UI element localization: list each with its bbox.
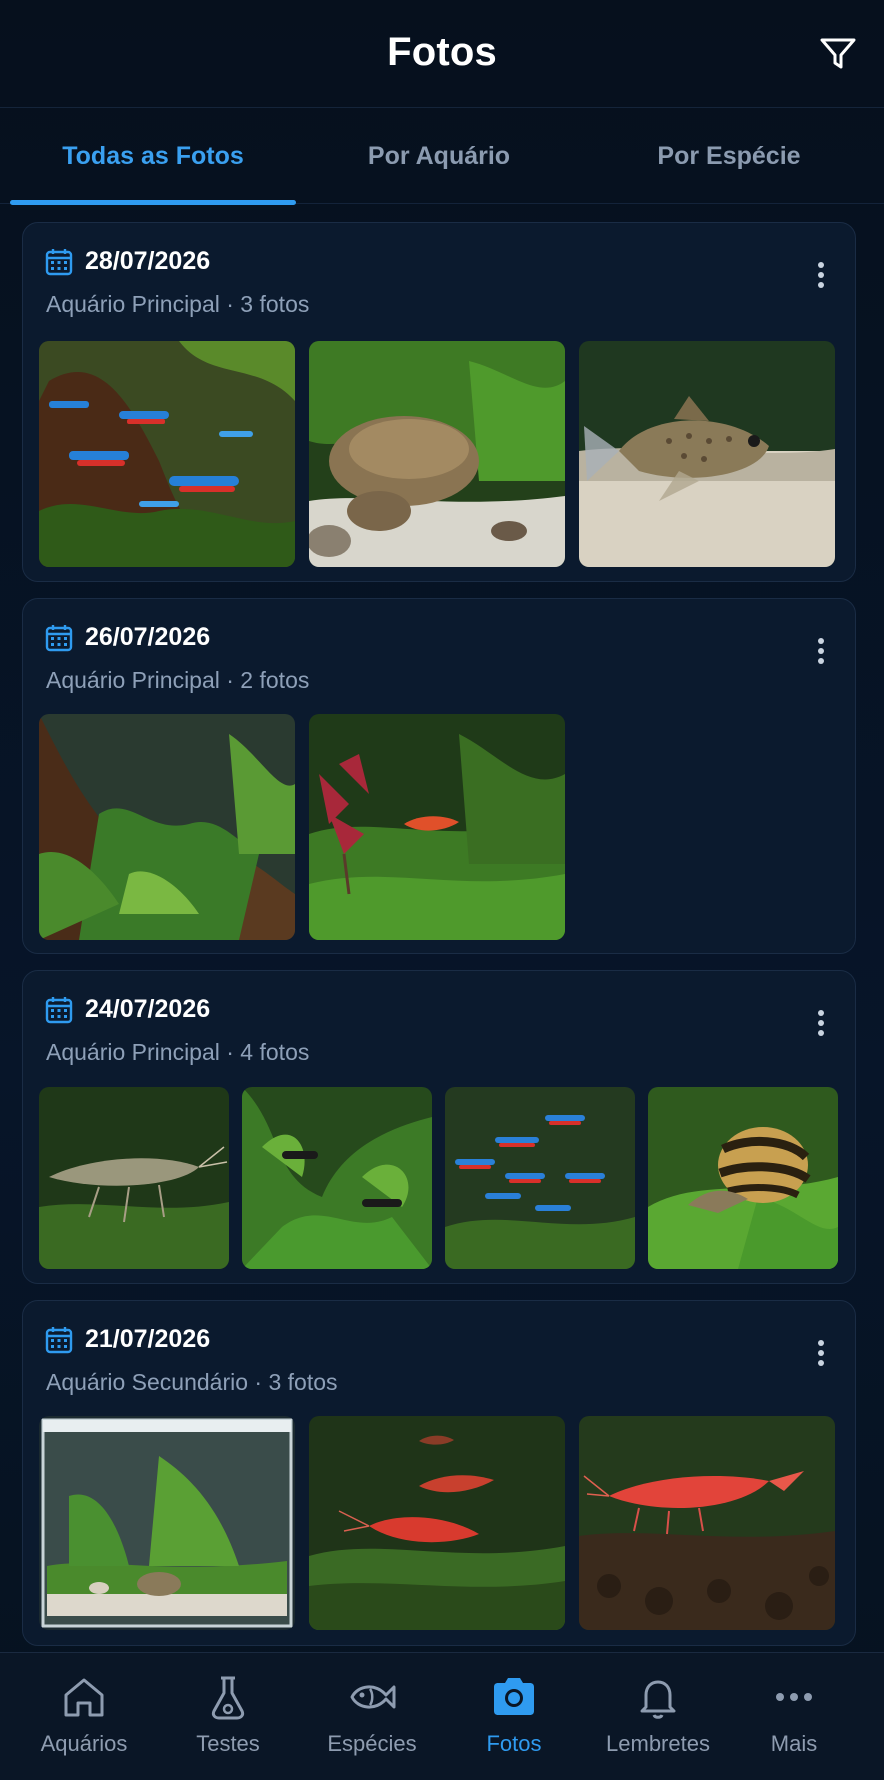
group-meta: Aquário Principal · 3 fotos [46, 291, 310, 317]
photo-thumbnail[interactable] [309, 1416, 565, 1630]
photo-thumbnail[interactable] [242, 1087, 432, 1269]
photo-group-card: 26/07/2026 Aquário Principal · 2 fotos [22, 598, 856, 954]
nav-label: Aquários [40, 1731, 128, 1756]
photo-thumbnail[interactable] [39, 1416, 295, 1630]
home-icon [64, 1678, 104, 1717]
nav-item-lembretes[interactable]: Lembretes [594, 1653, 722, 1780]
date-row: 28/07/2026 [45, 247, 210, 276]
calendar-icon [45, 248, 73, 275]
photo-group-card: 24/07/2026 Aquário Principal · 4 fotos [22, 970, 856, 1284]
fish-icon [350, 1685, 396, 1709]
bottom-nav: Aquários Testes Espécies Fotos Lembretes… [0, 1652, 884, 1780]
tab-by-species[interactable]: Por Espécie [584, 108, 874, 204]
nav-label: Fotos [486, 1731, 542, 1756]
calendar-icon [45, 996, 73, 1023]
photo-group-card: 21/07/2026 Aquário Secundário · 3 fotos [22, 1300, 856, 1646]
group-meta: Aquário Secundário · 3 fotos [46, 1369, 338, 1395]
more-options-icon[interactable] [817, 637, 825, 665]
tab-label: Todas as Fotos [62, 141, 244, 170]
calendar-icon [45, 624, 73, 651]
photo-group-card: 28/07/2026 Aquário Principal · 3 fotos [22, 222, 856, 582]
app-header: Fotos [0, 0, 884, 108]
group-meta: Aquário Principal · 2 fotos [46, 667, 310, 693]
group-date: 21/07/2026 [85, 1325, 211, 1353]
photo-thumbnail[interactable] [579, 341, 835, 567]
photo-row [39, 1416, 849, 1630]
photo-row [39, 341, 849, 567]
page-title: Fotos [387, 30, 497, 74]
photo-thumbnail[interactable] [309, 341, 565, 567]
nav-label: Testes [196, 1731, 260, 1756]
photos-screen: Fotos Todas as Fotos Por Aquário Por Esp… [0, 0, 884, 1780]
photo-thumbnail[interactable] [39, 714, 295, 940]
tab-bar: Todas as Fotos Por Aquário Por Espécie [0, 108, 884, 205]
photo-row [39, 1087, 838, 1269]
group-meta: Aquário Principal · 4 fotos [46, 1039, 310, 1065]
tab-all-photos[interactable]: Todas as Fotos [10, 108, 296, 205]
calendar-icon [45, 1326, 73, 1353]
nav-label: Espécies [327, 1731, 417, 1756]
tab-by-aquarium[interactable]: Por Aquário [296, 108, 582, 204]
flask-icon [211, 1676, 245, 1720]
group-date: 28/07/2026 [85, 247, 211, 275]
photo-thumbnail[interactable] [39, 1087, 229, 1269]
camera-icon [494, 1678, 534, 1715]
more-icon [776, 1693, 812, 1701]
bell-icon [640, 1680, 676, 1719]
tab-label: Por Espécie [657, 141, 801, 170]
date-row: 26/07/2026 [45, 623, 210, 652]
photo-thumbnail[interactable] [579, 1416, 835, 1630]
photo-thumbnail[interactable] [445, 1087, 635, 1269]
nav-item-fotos[interactable]: Fotos [454, 1653, 574, 1780]
group-date: 26/07/2026 [85, 623, 211, 651]
date-row: 21/07/2026 [45, 1325, 210, 1354]
more-options-icon[interactable] [817, 1009, 825, 1037]
tab-active-indicator [10, 200, 296, 205]
nav-item-testes[interactable]: Testes [168, 1653, 288, 1780]
nav-label: Lembretes [606, 1731, 710, 1756]
more-options-icon[interactable] [817, 261, 825, 289]
nav-item-mais[interactable]: Mais [746, 1653, 842, 1780]
photo-thumbnail[interactable] [648, 1087, 838, 1269]
group-date: 24/07/2026 [85, 995, 211, 1023]
nav-item-aquarios[interactable]: Aquários [24, 1653, 144, 1780]
photo-thumbnail[interactable] [309, 714, 565, 940]
date-row: 24/07/2026 [45, 995, 210, 1024]
photo-thumbnail[interactable] [39, 341, 295, 567]
tab-label: Por Aquário [367, 141, 511, 170]
filter-icon[interactable] [818, 34, 858, 74]
more-options-icon[interactable] [817, 1339, 825, 1367]
nav-label: Mais [770, 1731, 818, 1756]
photo-row [39, 714, 579, 940]
nav-item-especies[interactable]: Espécies [312, 1653, 432, 1780]
